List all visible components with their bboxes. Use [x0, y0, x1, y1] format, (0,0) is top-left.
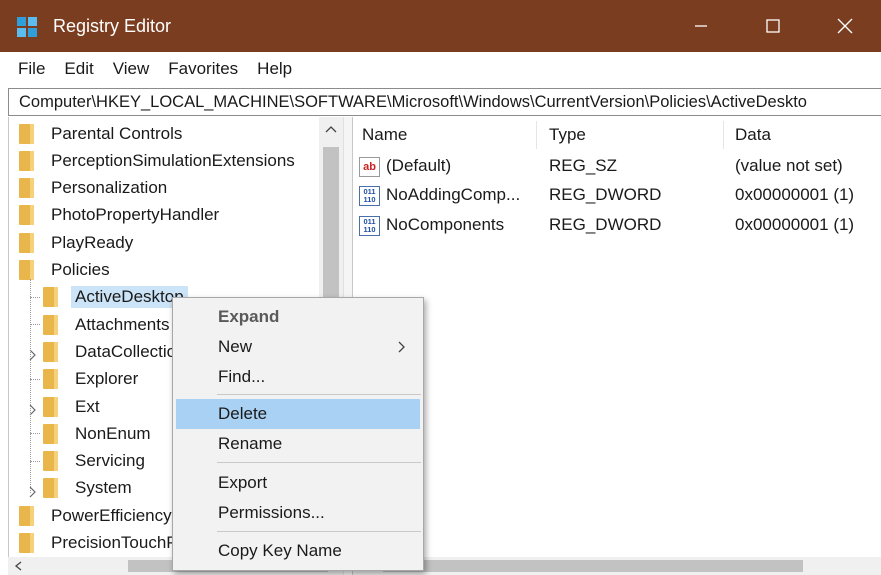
menu-favorites[interactable]: Favorites — [168, 59, 238, 79]
tree-item[interactable]: PhotoPropertyHandler — [19, 202, 339, 229]
folder-icon — [43, 423, 58, 444]
column-separator[interactable] — [536, 121, 537, 149]
context-new-label: New — [218, 337, 253, 356]
tree-item-label: Servicing — [75, 451, 145, 471]
menu-bar: File Edit View Favorites Help — [0, 52, 881, 86]
title-bar[interactable]: Registry Editor — [0, 0, 881, 52]
value-data: (value not set) — [735, 156, 843, 175]
tree-connector — [30, 460, 40, 462]
tree-connector — [30, 324, 40, 326]
tree-item[interactable]: Parental Controls — [19, 120, 339, 147]
value-type: REG_DWORD — [549, 215, 662, 234]
tree-item-label: PhotoPropertyHandler — [51, 205, 220, 225]
menu-edit[interactable]: Edit — [64, 59, 93, 79]
tree-item-label: PerceptionSimulationExtensions — [51, 150, 295, 170]
folder-icon — [43, 314, 58, 335]
value-data: 0x00000001 (1) — [735, 215, 855, 234]
minimize-icon — [695, 25, 707, 27]
scroll-left-icon[interactable] — [14, 561, 22, 571]
values-horizontal-scroll-thumb[interactable] — [383, 560, 803, 572]
tree-connector — [30, 296, 40, 298]
tree-item[interactable]: Policies — [19, 257, 339, 284]
tree-item-label: Attachments — [75, 314, 170, 334]
context-copy-key-name[interactable]: Copy Key Name — [176, 536, 420, 566]
folder-icon — [43, 287, 58, 308]
value-row[interactable]: 011 110 NoComponents REG_DWORD 0x00000001… — [353, 211, 881, 240]
context-new[interactable]: New — [176, 332, 420, 362]
context-delete[interactable]: Delete — [176, 399, 420, 429]
folder-icon — [19, 533, 34, 553]
chevron-right-icon — [398, 341, 405, 353]
tree-connector — [30, 378, 40, 380]
value-data: 0x00000001 (1) — [735, 185, 855, 204]
minimize-button[interactable] — [665, 0, 737, 52]
string-value-icon: ab — [359, 157, 380, 177]
context-menu: Expand New Find... Delete Rename Export … — [172, 297, 424, 571]
tree-item-label: Parental Controls — [51, 123, 183, 143]
maximize-icon — [766, 19, 780, 33]
window-title: Registry Editor — [53, 15, 172, 36]
context-export[interactable]: Export — [176, 468, 420, 498]
value-name: NoComponents — [386, 215, 505, 234]
folder-icon — [43, 396, 58, 417]
folder-icon — [43, 451, 58, 472]
folder-icon — [43, 478, 58, 499]
tree-connector — [30, 278, 31, 493]
context-separator — [217, 394, 421, 395]
tree-item[interactable]: PlayReady — [19, 229, 339, 256]
value-row[interactable]: 011 110 NoAddingComp... REG_DWORD 0x00000… — [353, 181, 881, 210]
context-expand[interactable]: Expand — [176, 302, 420, 332]
folder-icon — [19, 123, 34, 144]
tree-item-label: NonEnum — [75, 423, 151, 443]
tree-item[interactable]: Personalization — [19, 175, 339, 202]
column-header-data[interactable]: Data — [735, 117, 771, 153]
value-name: NoAddingComp... — [386, 185, 521, 204]
column-header-type[interactable]: Type — [549, 117, 586, 153]
address-bar[interactable]: Computer\HKEY_LOCAL_MACHINE\SOFTWARE\Mic… — [8, 88, 881, 116]
column-header-name[interactable]: Name — [362, 117, 407, 153]
registry-editor-icon — [17, 15, 39, 37]
folder-icon — [43, 369, 58, 390]
folder-icon — [19, 260, 34, 280]
value-name: (Default) — [386, 156, 452, 175]
tree-item[interactable]: PerceptionSimulationExtensions — [19, 147, 339, 174]
values-pane[interactable]: Name Type Data ab (Default) REG_SZ (valu… — [353, 117, 881, 557]
value-type: REG_SZ — [549, 156, 618, 175]
value-type: REG_DWORD — [549, 185, 662, 204]
close-icon — [837, 18, 853, 34]
context-permissions[interactable]: Permissions... — [176, 498, 420, 528]
binary-value-icon: 011 110 — [359, 186, 380, 206]
value-row[interactable]: ab (Default) REG_SZ (value not set) — [353, 152, 881, 181]
folder-icon — [19, 505, 34, 526]
binary-value-icon: 011 110 — [359, 216, 380, 236]
tree-item-label: PlayReady — [51, 232, 134, 252]
tree-item-label: Explorer — [75, 369, 139, 389]
address-path: Computer\HKEY_LOCAL_MACHINE\SOFTWARE\Mic… — [19, 92, 807, 111]
tree-item-label: Ext — [75, 396, 100, 416]
context-separator — [217, 462, 421, 463]
menu-view[interactable]: View — [113, 59, 150, 79]
tree-item-label: DataCollection — [75, 341, 186, 361]
folder-icon — [43, 341, 58, 362]
close-button[interactable] — [809, 0, 881, 52]
folder-icon — [19, 232, 34, 253]
values-horizontal-scrollbar[interactable] — [353, 557, 881, 575]
scroll-up-icon[interactable] — [325, 125, 337, 133]
tree-item-label: ActiveDesktop — [71, 286, 188, 309]
context-separator — [217, 531, 421, 532]
menu-help[interactable]: Help — [257, 59, 292, 79]
column-separator[interactable] — [723, 121, 724, 149]
maximize-button[interactable] — [737, 0, 809, 52]
tree-item-label: Policies — [51, 260, 110, 279]
folder-icon — [19, 178, 34, 199]
menu-file[interactable]: File — [18, 59, 45, 79]
tree-connector — [30, 433, 40, 435]
tree-item-label: Personalization — [51, 178, 168, 198]
context-find[interactable]: Find... — [176, 362, 420, 392]
folder-icon — [19, 150, 34, 171]
tree-item-label: System — [75, 478, 132, 498]
context-rename[interactable]: Rename — [176, 429, 420, 459]
folder-icon — [19, 205, 34, 226]
